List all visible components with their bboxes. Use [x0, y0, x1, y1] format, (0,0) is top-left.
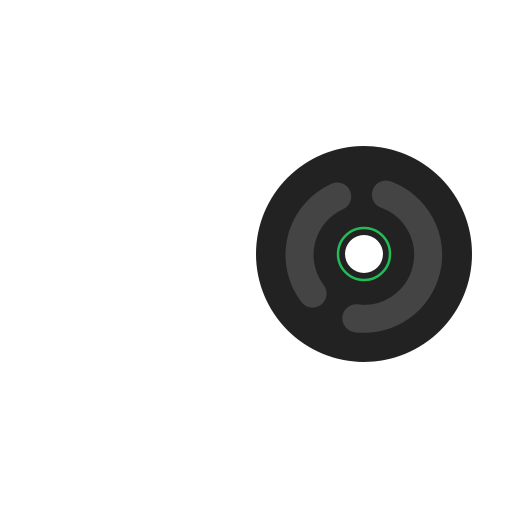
vinyl-record-button[interactable]: [256, 146, 472, 362]
record-center-hole: [345, 235, 383, 273]
canvas: [0, 0, 512, 512]
vinyl-record-icon: [256, 146, 472, 362]
